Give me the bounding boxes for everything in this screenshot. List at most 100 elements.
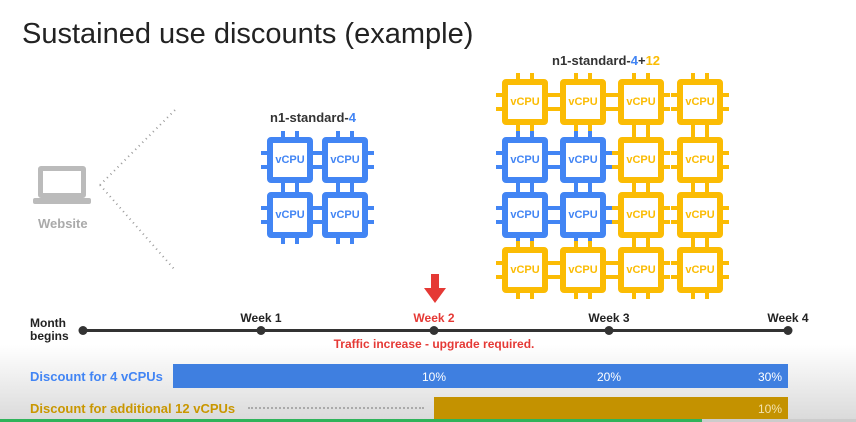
vcpu-label: vCPU xyxy=(685,96,715,108)
vcpu-label: vCPU xyxy=(568,96,598,108)
chip-pin xyxy=(705,123,709,131)
chip-pin xyxy=(530,241,534,249)
vcpu-chip: vCPU xyxy=(496,131,554,189)
chip-pin xyxy=(612,206,620,210)
vcpu-label: vCPU xyxy=(568,264,598,276)
chip-pin xyxy=(530,186,534,194)
chip-pin xyxy=(366,206,374,210)
chip-pin xyxy=(496,206,504,210)
chip-pin xyxy=(546,275,554,279)
chip-pin xyxy=(496,151,504,155)
slide-title: Sustained use discounts (example) xyxy=(22,18,474,50)
vcpu-label: vCPU xyxy=(275,209,305,221)
vcpu-chip: vCPU xyxy=(316,131,374,189)
vcpu-chip: vCPU xyxy=(496,186,554,244)
chip-pin xyxy=(588,241,592,249)
chip-pin xyxy=(604,165,612,169)
vcpu-chip: vCPU xyxy=(496,73,554,131)
chip-pin xyxy=(632,123,636,131)
chip-pin xyxy=(530,131,534,139)
discount-value: 20% xyxy=(596,370,622,384)
vcpu-label: vCPU xyxy=(685,154,715,166)
vcpu-label: vCPU xyxy=(510,209,540,221)
chip-pin xyxy=(604,151,612,155)
chip-pin xyxy=(554,220,562,224)
vcpu-chip: vCPU xyxy=(554,241,612,299)
timeline-point xyxy=(256,326,266,335)
chip-pin xyxy=(604,261,612,265)
vcpu-label: vCPU xyxy=(510,96,540,108)
chip-pin xyxy=(671,165,679,169)
chip-pin xyxy=(612,151,620,155)
vcpu-label: vCPU xyxy=(626,264,656,276)
chip-pin xyxy=(662,220,670,224)
chip-pin xyxy=(646,131,650,139)
chip-pin xyxy=(721,93,729,97)
chip-pin xyxy=(366,165,374,169)
discount-value: 10% xyxy=(421,370,447,384)
chip-pin xyxy=(705,73,709,81)
chip-pin xyxy=(516,241,520,249)
chip-pin xyxy=(632,131,636,139)
red-arrow-icon xyxy=(424,274,446,303)
vcpu-chip: vCPU xyxy=(671,186,729,244)
chip-pin xyxy=(546,151,554,155)
vcpu-chip: vCPU xyxy=(612,241,670,299)
week-1-label: Week 1 xyxy=(240,311,282,325)
chip-pin xyxy=(366,151,374,155)
chip-pin xyxy=(612,275,620,279)
chip-pin xyxy=(662,107,670,111)
chip-pin xyxy=(295,186,299,194)
chip-pin xyxy=(721,261,729,265)
chip-pin xyxy=(574,291,578,299)
chip-pin xyxy=(588,123,592,131)
chip-pin xyxy=(705,291,709,299)
vcpu-label: vCPU xyxy=(568,154,598,166)
chip-pin xyxy=(721,220,729,224)
chip-pin xyxy=(350,131,354,139)
chip-pin xyxy=(530,291,534,299)
chip-pin xyxy=(612,107,620,111)
chip-pin xyxy=(574,131,578,139)
chip-pin xyxy=(554,275,562,279)
chip-pin xyxy=(546,93,554,97)
chip-pin xyxy=(671,151,679,155)
chip-pin xyxy=(612,93,620,97)
chip-pin xyxy=(574,73,578,81)
chip-pin xyxy=(554,165,562,169)
chip-pin xyxy=(554,93,562,97)
chip-pin xyxy=(316,206,324,210)
chip-pin xyxy=(554,107,562,111)
chip-pin xyxy=(721,275,729,279)
chip-pin xyxy=(646,291,650,299)
chip-pin xyxy=(261,220,269,224)
chip-pin xyxy=(671,220,679,224)
discount-4-bar xyxy=(173,364,788,388)
chip-pin xyxy=(662,261,670,265)
chip-pin xyxy=(604,93,612,97)
vcpu-chip: vCPU xyxy=(496,241,554,299)
machine-vcpu-count: 4 xyxy=(348,110,356,125)
chip-pin xyxy=(632,73,636,81)
chip-pin xyxy=(281,236,285,244)
machine-large-label: n1-standard-4+12 xyxy=(552,53,660,68)
chip-pin xyxy=(691,73,695,81)
chip-pin xyxy=(574,241,578,249)
vcpu-chip: vCPU xyxy=(554,131,612,189)
vcpu-label: vCPU xyxy=(510,264,540,276)
chip-pin xyxy=(516,186,520,194)
laptop-icon xyxy=(33,166,91,206)
vcpu-label: vCPU xyxy=(685,264,715,276)
chip-pin xyxy=(261,151,269,155)
chip-pin xyxy=(496,220,504,224)
timeline-point xyxy=(429,326,439,335)
chip-pin xyxy=(261,206,269,210)
chip-pin xyxy=(281,131,285,139)
week-4-label: Week 4 xyxy=(767,311,809,325)
chip-pin xyxy=(516,131,520,139)
chip-pin xyxy=(691,123,695,131)
vcpu-chip: vCPU xyxy=(671,241,729,299)
chip-pin xyxy=(588,186,592,194)
chip-pin xyxy=(646,73,650,81)
week-3-label: Week 3 xyxy=(588,311,630,325)
